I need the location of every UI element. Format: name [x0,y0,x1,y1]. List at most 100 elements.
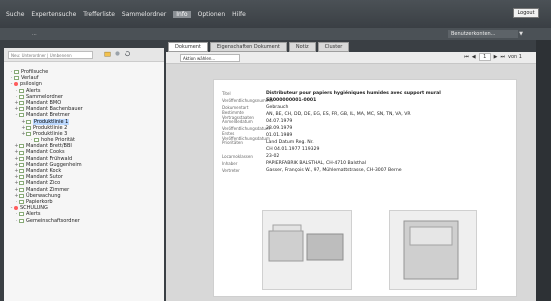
tree-item[interactable]: · Gemeinschaftsordner [9,218,164,224]
menu-item-expertensuche[interactable]: Expertensuche [31,11,76,18]
field-row: Locarnoklassen 23-02 [222,153,508,160]
field-value: Distributeur pour papiers hygiéniques hu… [266,91,441,96]
top-menu-bar: Suche Expertensuche Trefferliste Sammelo… [0,0,551,28]
tab-notiz[interactable]: Notiz [288,42,316,52]
field-value: 23-02 [266,154,280,159]
menu-item-optionen[interactable]: Optionen [198,11,226,18]
folder-icon [19,88,24,93]
field-label: Locarnoklassen [222,154,253,159]
tab-eigenschaften[interactable]: Eigenschaften Dokument [209,42,287,52]
left-toolbar: Neu: Unterordner | Umbenenn [4,48,164,62]
product-image-2 [389,210,477,290]
field-label: Titel [222,91,231,96]
folder-icon [26,119,31,124]
field-title: Titel Distributeur pour papiers hygiéniq… [222,90,508,97]
field-value: PAPIERFABRIK BALSTHAL, CH-4710 Balsthal [266,161,366,166]
new-folder-icon[interactable] [104,50,111,57]
folder-icon [19,200,24,205]
workspace-icon [14,206,18,211]
logout-button[interactable]: Logout [513,8,539,18]
folder-icon [19,218,24,223]
field-row: Vertreter Gasser, François W., 97, Mühlem… [222,167,508,174]
first-page-icon[interactable]: ⏮ [464,54,469,60]
product-image-1 [262,210,352,290]
document-fields: Titel Distributeur pour papiers hygiéniq… [222,90,508,174]
action-select[interactable]: Aktion wählen... [180,54,240,62]
page-of-label: von 1 [508,54,522,60]
folder-search-input[interactable]: Neu: Unterordner | Umbenenn [8,51,93,59]
folder-icon [19,94,24,99]
tab-cluster[interactable]: Cluster [317,42,350,52]
workspace-icon [14,82,18,87]
main-menu: Suche Expertensuche Trefferliste Sammelo… [6,11,246,18]
field-label: Veröffentlichungsnummer [222,98,274,103]
next-page-icon[interactable]: ▶ [494,54,498,60]
field-row: Erstes Veröffentlichungsdatum 01.01.1989 [222,130,508,141]
field-label: Vertreter [222,168,240,173]
field-row: Bestimmte Vertragsstaaten AN, BE, CH, DD,… [222,109,508,120]
left-panel: Neu: Unterordner | Umbenenn · Profilsuche… [4,48,164,301]
field-label: Anmeldedatum [222,119,253,124]
folder-icon [19,193,24,198]
field-value: Gebrauch [266,105,289,110]
page-input[interactable]: 1 [478,53,491,61]
field-value: 01.01.1989 [266,133,293,138]
document-toolbar: Aktion wählen... ⏮ ◀ 1 ▶ ⏭ von 1 [166,52,536,64]
menu-item-sammelordner[interactable]: Sammelordner [122,11,166,18]
secondary-band: ... Benutzerkonten... ▼ [0,28,551,40]
folder-icon [19,107,24,112]
tab-dokument[interactable]: Dokument [168,42,208,52]
band-placeholder: ... [32,31,37,37]
account-select[interactable]: Benutzerkonten... [448,30,518,38]
field-value: Gasser, François W., 97, Mühlemattstrass… [266,168,402,173]
menu-item-hilfe[interactable]: Hilfe [232,11,246,18]
field-pubnum: Veröffentlichungsnummer SR000000001-0001 [222,97,508,104]
refresh-icon[interactable] [124,50,131,57]
folder-tree: · Profilsuche · Verlauf - psilosign · Alerts · Sa… [4,62,164,224]
field-row: Anmeldedatum 04.07.1979 [222,118,508,125]
field-rows: Dokumentart Gebrauch Bestimmte Vertragssta… [222,104,508,174]
field-row: CH 04.01.1977 119329 [222,146,508,153]
field-label: Erstes Veröffentlichungsdatum [222,130,270,141]
folder-icon [14,70,19,75]
menu-item-trefferliste[interactable]: Trefferliste [83,11,115,18]
app-window: Suche Expertensuche Trefferliste Sammelo… [0,0,551,301]
field-label: Bestimmte Vertragsstaaten [222,109,254,120]
field-value: CH 04.01.1977 119329 [266,147,320,152]
folder-icon [19,113,24,118]
gear-icon[interactable] [114,50,121,57]
folder-icon [19,181,24,186]
field-label: Inhaber [222,161,238,166]
folder-icon [19,101,24,106]
last-page-icon[interactable]: ⏭ [501,54,506,60]
document-viewer: Titel Distributeur pour papiers hygiéniq… [166,64,536,301]
tree-label: Gemeinschaftsordner [26,217,80,224]
field-value: 28.09.1979 [266,126,293,131]
folder-icon [19,175,24,180]
field-value: 04.07.1979 [266,119,293,124]
field-value: AN, BE, CH, DD, DE, EG, ES, FR, GB, IL, … [266,112,411,117]
folder-icon [19,150,24,155]
field-row: Prioritäten Land Datum Reg. Nr. [222,139,508,146]
pager: ⏮ ◀ 1 ▶ ⏭ von 1 [464,53,522,61]
folder-icon [19,169,24,174]
document-tabs: Dokument Eigenschaften Dokument Notiz Cl… [168,42,350,52]
folder-icon [19,156,24,161]
folder-icon [26,125,31,130]
folder-icon [34,138,39,143]
folder-icon [19,212,24,217]
folder-icon [19,187,24,192]
menu-item-info[interactable]: Info [173,11,191,18]
field-label: Prioritäten [222,140,243,145]
left-toolbar-icons [104,50,131,57]
document-card: Titel Distributeur pour papiers hygiéniq… [214,80,516,296]
right-edge [536,40,551,301]
chevron-down-icon[interactable]: ▼ [519,31,523,37]
menu-item-suche[interactable]: Suche [6,11,24,18]
prev-page-icon[interactable]: ◀ [472,54,476,60]
field-value: SR000000001-0001 [266,98,317,103]
folder-icon [19,162,24,167]
folder-icon [14,76,19,81]
field-value: Land Datum Reg. Nr. [266,140,314,145]
folder-icon [26,131,31,136]
